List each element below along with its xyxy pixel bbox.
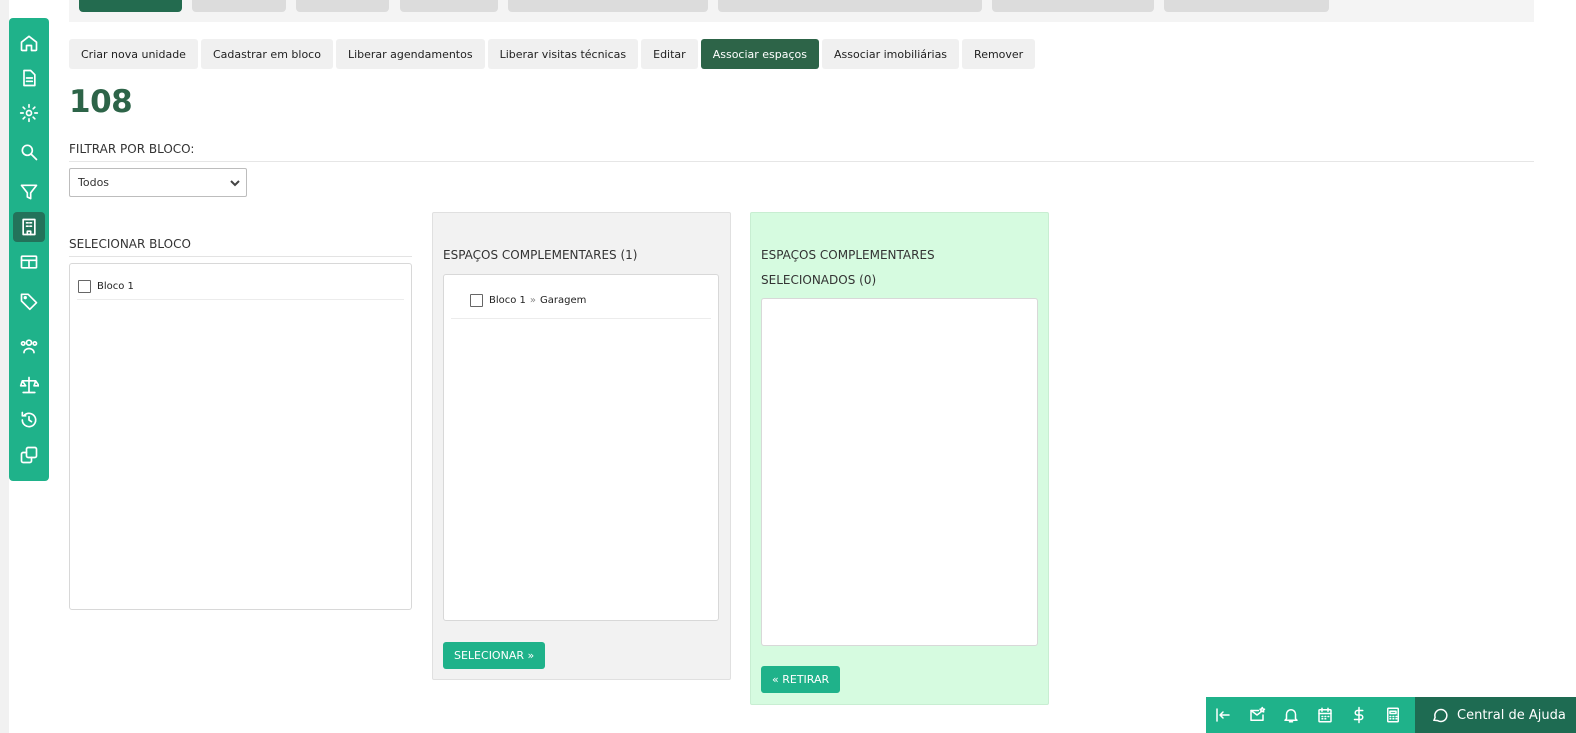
divider — [69, 256, 412, 257]
notifications-button[interactable] — [1274, 697, 1308, 733]
sidebar-item-users[interactable] — [13, 331, 45, 361]
release-scheduling-button[interactable]: Liberar agendamentos — [335, 39, 485, 69]
selected-spaces-title: ESPAÇOS COMPLEMENTARES — [761, 248, 935, 262]
block-filter-value: Todos — [78, 176, 110, 189]
space-block-label: Bloco 1 — [489, 295, 526, 306]
block-filter-select[interactable]: Todos — [69, 168, 247, 197]
selected-spaces-subtitle: SELECIONADOS (0) — [761, 273, 877, 287]
sidebar-item-settings[interactable] — [13, 98, 45, 128]
space-checkbox[interactable] — [470, 294, 483, 307]
top-tab[interactable] — [296, 0, 389, 12]
sidebar-item-legal[interactable] — [13, 370, 45, 400]
calendar-icon — [1318, 707, 1332, 723]
chat-icon — [1432, 708, 1448, 723]
sidebar-item-home[interactable] — [13, 28, 45, 58]
divider — [77, 299, 404, 300]
filter-icon — [20, 184, 38, 200]
chevron-down-icon — [230, 178, 240, 188]
remove-button[interactable]: Remover — [962, 39, 1036, 69]
top-tab[interactable] — [718, 0, 982, 12]
release-visits-button[interactable]: Liberar visitas técnicas — [487, 39, 639, 69]
finance-button[interactable] — [1342, 697, 1376, 733]
calculator-icon — [1387, 707, 1399, 723]
complementary-spaces-list — [443, 274, 719, 621]
users-icon — [20, 339, 38, 354]
sidebar-item-search[interactable] — [13, 137, 45, 167]
top-tab[interactable] — [192, 0, 286, 12]
divider — [69, 161, 1534, 162]
top-tab-active[interactable] — [79, 0, 182, 12]
calculator-button[interactable] — [1376, 697, 1410, 733]
space-list-item[interactable]: Bloco 1 » Garagem — [470, 294, 586, 307]
create-unit-button[interactable]: Criar nova unidade — [69, 39, 198, 69]
table-icon — [20, 255, 38, 269]
gear-icon — [19, 103, 39, 123]
filter-label: FILTRAR POR BLOCO: — [69, 142, 195, 156]
select-block-title: SELECIONAR BLOCO — [69, 237, 191, 251]
select-button[interactable]: SELECIONAR » — [443, 642, 546, 669]
sidebar — [9, 18, 49, 481]
chevron-right-icon: » — [529, 295, 537, 306]
top-tab[interactable] — [400, 0, 498, 12]
history-icon — [21, 411, 37, 428]
unit-actions-toolbar: Criar nova unidade Cadastrar em bloco Li… — [69, 39, 1036, 69]
sidebar-item-documents[interactable] — [13, 63, 45, 93]
remove-selection-button[interactable]: « RETIRAR — [761, 666, 841, 693]
associate-agencies-button[interactable]: Associar imobiliárias — [822, 39, 960, 69]
scale-icon — [19, 376, 39, 394]
calendar-button[interactable] — [1308, 697, 1342, 733]
help-center-label: Central de Ajuda — [1457, 707, 1566, 723]
document-icon — [23, 69, 36, 87]
help-center-button[interactable]: Central de Ajuda — [1415, 697, 1576, 733]
sidebar-item-filter[interactable] — [13, 177, 45, 207]
collapse-icon — [1216, 708, 1230, 722]
left-edge-strip — [0, 0, 9, 733]
sidebar-item-history[interactable] — [13, 405, 45, 435]
block-label: Bloco 1 — [97, 281, 134, 292]
space-name-label: Garagem — [540, 295, 587, 306]
sidebar-item-tags[interactable] — [13, 286, 45, 316]
sidebar-item-units[interactable] — [13, 212, 45, 242]
block-checkbox[interactable] — [78, 280, 91, 293]
top-navigation-bar — [69, 0, 1534, 22]
messages-button[interactable] — [1240, 697, 1274, 733]
top-tab[interactable] — [1164, 0, 1329, 12]
top-tab[interactable] — [508, 0, 708, 12]
home-icon — [20, 35, 38, 52]
dollar-icon — [1353, 706, 1364, 724]
search-icon — [21, 144, 38, 161]
bulk-register-button[interactable]: Cadastrar em bloco — [200, 39, 333, 69]
block-list-item[interactable]: Bloco 1 — [78, 280, 134, 293]
divider — [451, 318, 711, 319]
building-icon — [22, 218, 36, 236]
sidebar-item-table[interactable] — [13, 247, 45, 277]
complementary-spaces-title: ESPAÇOS COMPLEMENTARES (1) — [443, 248, 638, 262]
associate-spaces-button[interactable]: Associar espaços — [700, 39, 820, 69]
block-list — [69, 263, 412, 610]
copy-icon — [20, 446, 38, 464]
top-tab[interactable] — [992, 0, 1154, 12]
bell-icon — [1284, 709, 1298, 723]
edit-button[interactable]: Editar — [641, 39, 698, 69]
tag-icon — [20, 293, 38, 311]
mail-star-icon — [1250, 706, 1266, 721]
sidebar-item-copy[interactable] — [13, 440, 45, 470]
unit-number-title: 108 — [69, 84, 133, 120]
collapse-button[interactable] — [1206, 697, 1240, 733]
selected-spaces-list — [761, 298, 1038, 646]
